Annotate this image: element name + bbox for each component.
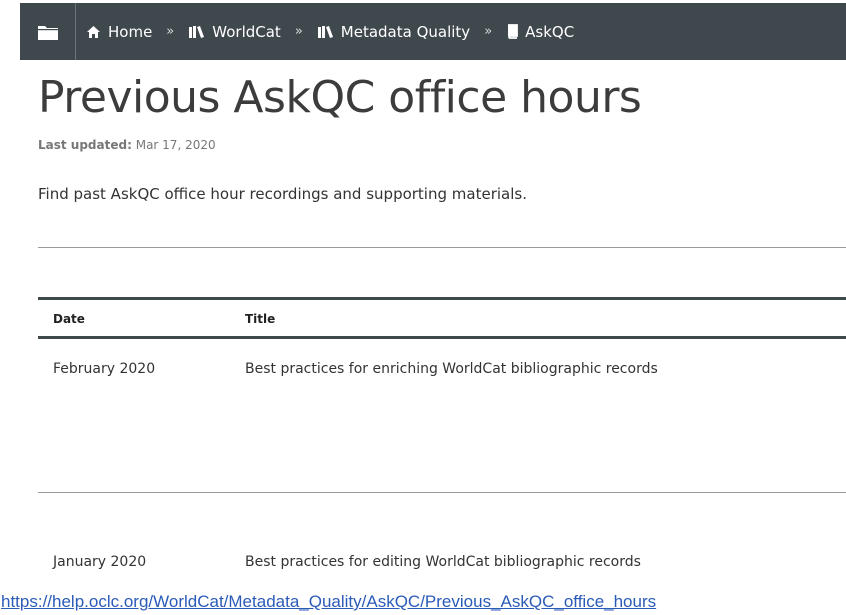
breadcrumb: Home » WorldCat » Metadata Quality » Ask… — [76, 23, 574, 41]
last-updated: Last updated: Mar 17, 2020 — [38, 138, 216, 152]
page-title: Previous AskQC office hours — [38, 72, 642, 123]
row-date: February 2020 — [53, 361, 156, 377]
column-header-date: Date — [53, 312, 85, 326]
row-date: January 2020 — [53, 554, 147, 570]
breadcrumb-label: Home — [108, 22, 153, 41]
breadcrumb-label: Metadata Quality — [340, 22, 471, 41]
column-header-title: Title — [245, 312, 276, 326]
breadcrumb-separator: » — [166, 24, 175, 39]
breadcrumb-home[interactable]: Home — [86, 23, 152, 41]
source-url-link[interactable]: https://help.oclc.org/WorldCat/Metadata_… — [1, 592, 656, 612]
breadcrumb-separator: » — [294, 24, 303, 39]
page-intro: Find past AskQC office hour recordings a… — [38, 185, 527, 203]
last-updated-value: Mar 17, 2020 — [135, 138, 216, 152]
books-icon — [189, 25, 205, 38]
office-hours-table: Date Title February 2020 Best practices … — [38, 297, 846, 570]
books-icon — [317, 25, 333, 38]
folder-icon[interactable] — [20, 3, 76, 60]
breadcrumb-separator: » — [484, 24, 493, 39]
breadcrumb-label: WorldCat — [212, 22, 281, 41]
breadcrumb-askqc[interactable]: AskQC — [506, 23, 574, 41]
table-header: Date Title — [38, 297, 846, 339]
home-icon — [87, 25, 100, 38]
last-updated-label: Last updated: — [38, 138, 132, 152]
row-title-link[interactable]: Best practices for editing WorldCat bibl… — [245, 554, 641, 570]
book-icon — [508, 24, 519, 39]
breadcrumb-label: AskQC — [525, 22, 575, 41]
breadcrumb-metadata-quality[interactable]: Metadata Quality — [317, 23, 470, 41]
row-divider — [38, 492, 846, 493]
breadcrumb-worldcat[interactable]: WorldCat — [188, 23, 281, 41]
row-title-link[interactable]: Best practices for enriching WorldCat bi… — [245, 361, 658, 377]
top-nav-bar: Home » WorldCat » Metadata Quality » Ask… — [20, 3, 846, 60]
divider — [38, 247, 846, 248]
